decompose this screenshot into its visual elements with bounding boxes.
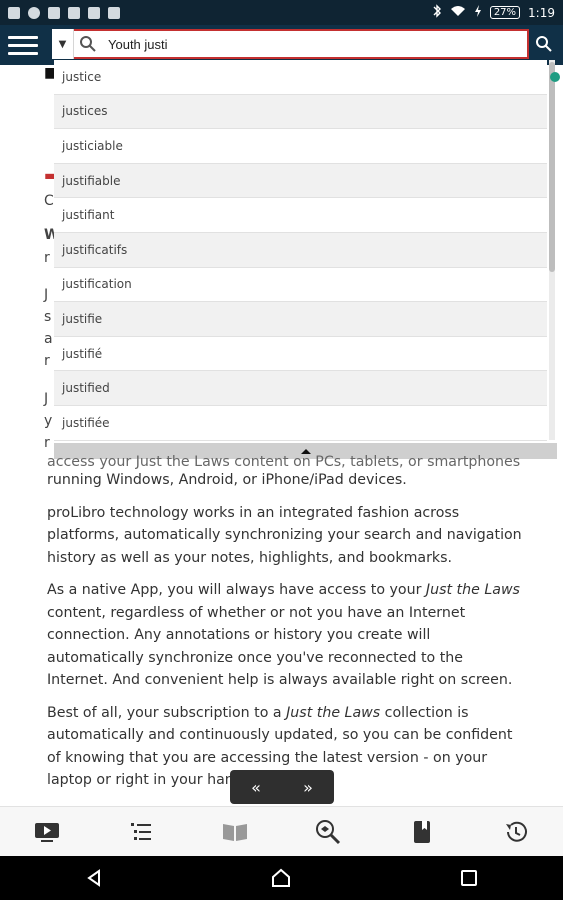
search-box xyxy=(74,29,529,59)
suggestion-scrollbar-thumb[interactable] xyxy=(549,62,555,272)
charging-icon xyxy=(474,5,482,20)
chevron-down-icon: ▼ xyxy=(58,38,67,50)
list-icon[interactable] xyxy=(124,815,158,849)
history-icon[interactable] xyxy=(499,815,533,849)
fragment: r xyxy=(44,250,50,266)
search-button[interactable] xyxy=(529,29,559,59)
fragment: J xyxy=(44,287,49,303)
paragraph: access your Just the Laws content on PCs… xyxy=(47,451,527,492)
suggestion-item[interactable]: justifiée xyxy=(54,406,547,441)
notification-icon xyxy=(108,6,120,19)
search-icon xyxy=(74,29,102,59)
document-content: access your Just the Laws content on PCs… xyxy=(47,447,527,802)
suggestion-item[interactable]: justificatifs xyxy=(54,232,547,268)
paragraph: proLibro technology works in an integrat… xyxy=(47,504,522,566)
menu-icon[interactable] xyxy=(0,25,46,65)
fragment: y xyxy=(44,413,53,429)
suggestion-item[interactable]: justifiant xyxy=(54,198,547,233)
autocomplete-list: justice justices justiciable justifiable… xyxy=(54,60,547,441)
scroll-position-dot[interactable] xyxy=(550,72,560,82)
fragment: J xyxy=(44,391,49,407)
bottom-toolbar xyxy=(0,806,563,856)
search-scope-dropdown[interactable]: ▼ xyxy=(52,29,74,59)
fragment: r xyxy=(44,353,50,369)
paragraph-line: running Windows, Android, or iPhone/iPad… xyxy=(47,472,407,488)
wifi-icon xyxy=(450,5,466,20)
system-icons: 27% 1:19 xyxy=(432,4,555,21)
system-navigation-bar xyxy=(0,856,563,900)
search-icon xyxy=(536,36,552,52)
bookmark-book-icon[interactable] xyxy=(405,815,439,849)
suggestion-item[interactable]: justiciable xyxy=(54,129,547,164)
paragraph-line: access your Just the Laws content on PCs… xyxy=(47,454,521,469)
suggestion-item[interactable]: justices xyxy=(54,94,547,130)
suggestion-item[interactable]: justifie xyxy=(54,302,547,337)
search-zoom-icon[interactable] xyxy=(311,815,345,849)
book-open-icon[interactable] xyxy=(218,815,252,849)
notification-icon xyxy=(28,6,40,19)
notification-icon xyxy=(8,6,20,19)
notification-icon xyxy=(48,6,60,19)
suggestion-item[interactable]: justifiable xyxy=(54,163,547,199)
notification-icon xyxy=(88,6,100,19)
battery-indicator: 27% xyxy=(489,6,521,19)
bluetooth-icon xyxy=(432,4,442,21)
recents-icon[interactable] xyxy=(455,864,483,892)
fragment: C xyxy=(44,193,54,209)
emphasis: Just the Laws xyxy=(425,582,520,598)
suggestion-item[interactable]: justified xyxy=(54,371,547,406)
previous-page-button[interactable]: « xyxy=(251,778,261,797)
notification-icons xyxy=(8,6,120,19)
page-navigator: « » xyxy=(230,770,334,804)
emphasis: Just the Laws xyxy=(286,704,381,721)
search-input[interactable] xyxy=(102,31,527,57)
status-bar: 27% 1:19 xyxy=(0,0,563,25)
suggestion-item[interactable]: justifié xyxy=(54,337,547,372)
next-page-button[interactable]: » xyxy=(303,778,313,797)
home-icon[interactable] xyxy=(267,864,295,892)
notification-icon xyxy=(68,6,80,19)
suggestion-item[interactable]: justification xyxy=(54,268,547,303)
paragraph: As a native App, you will always have ac… xyxy=(47,582,520,688)
video-icon[interactable] xyxy=(30,815,64,849)
back-icon[interactable] xyxy=(80,864,108,892)
fragment: a xyxy=(44,331,53,347)
clock: 1:19 xyxy=(528,5,555,20)
suggestion-item[interactable]: justice xyxy=(54,60,547,95)
fragment: s xyxy=(44,309,52,325)
